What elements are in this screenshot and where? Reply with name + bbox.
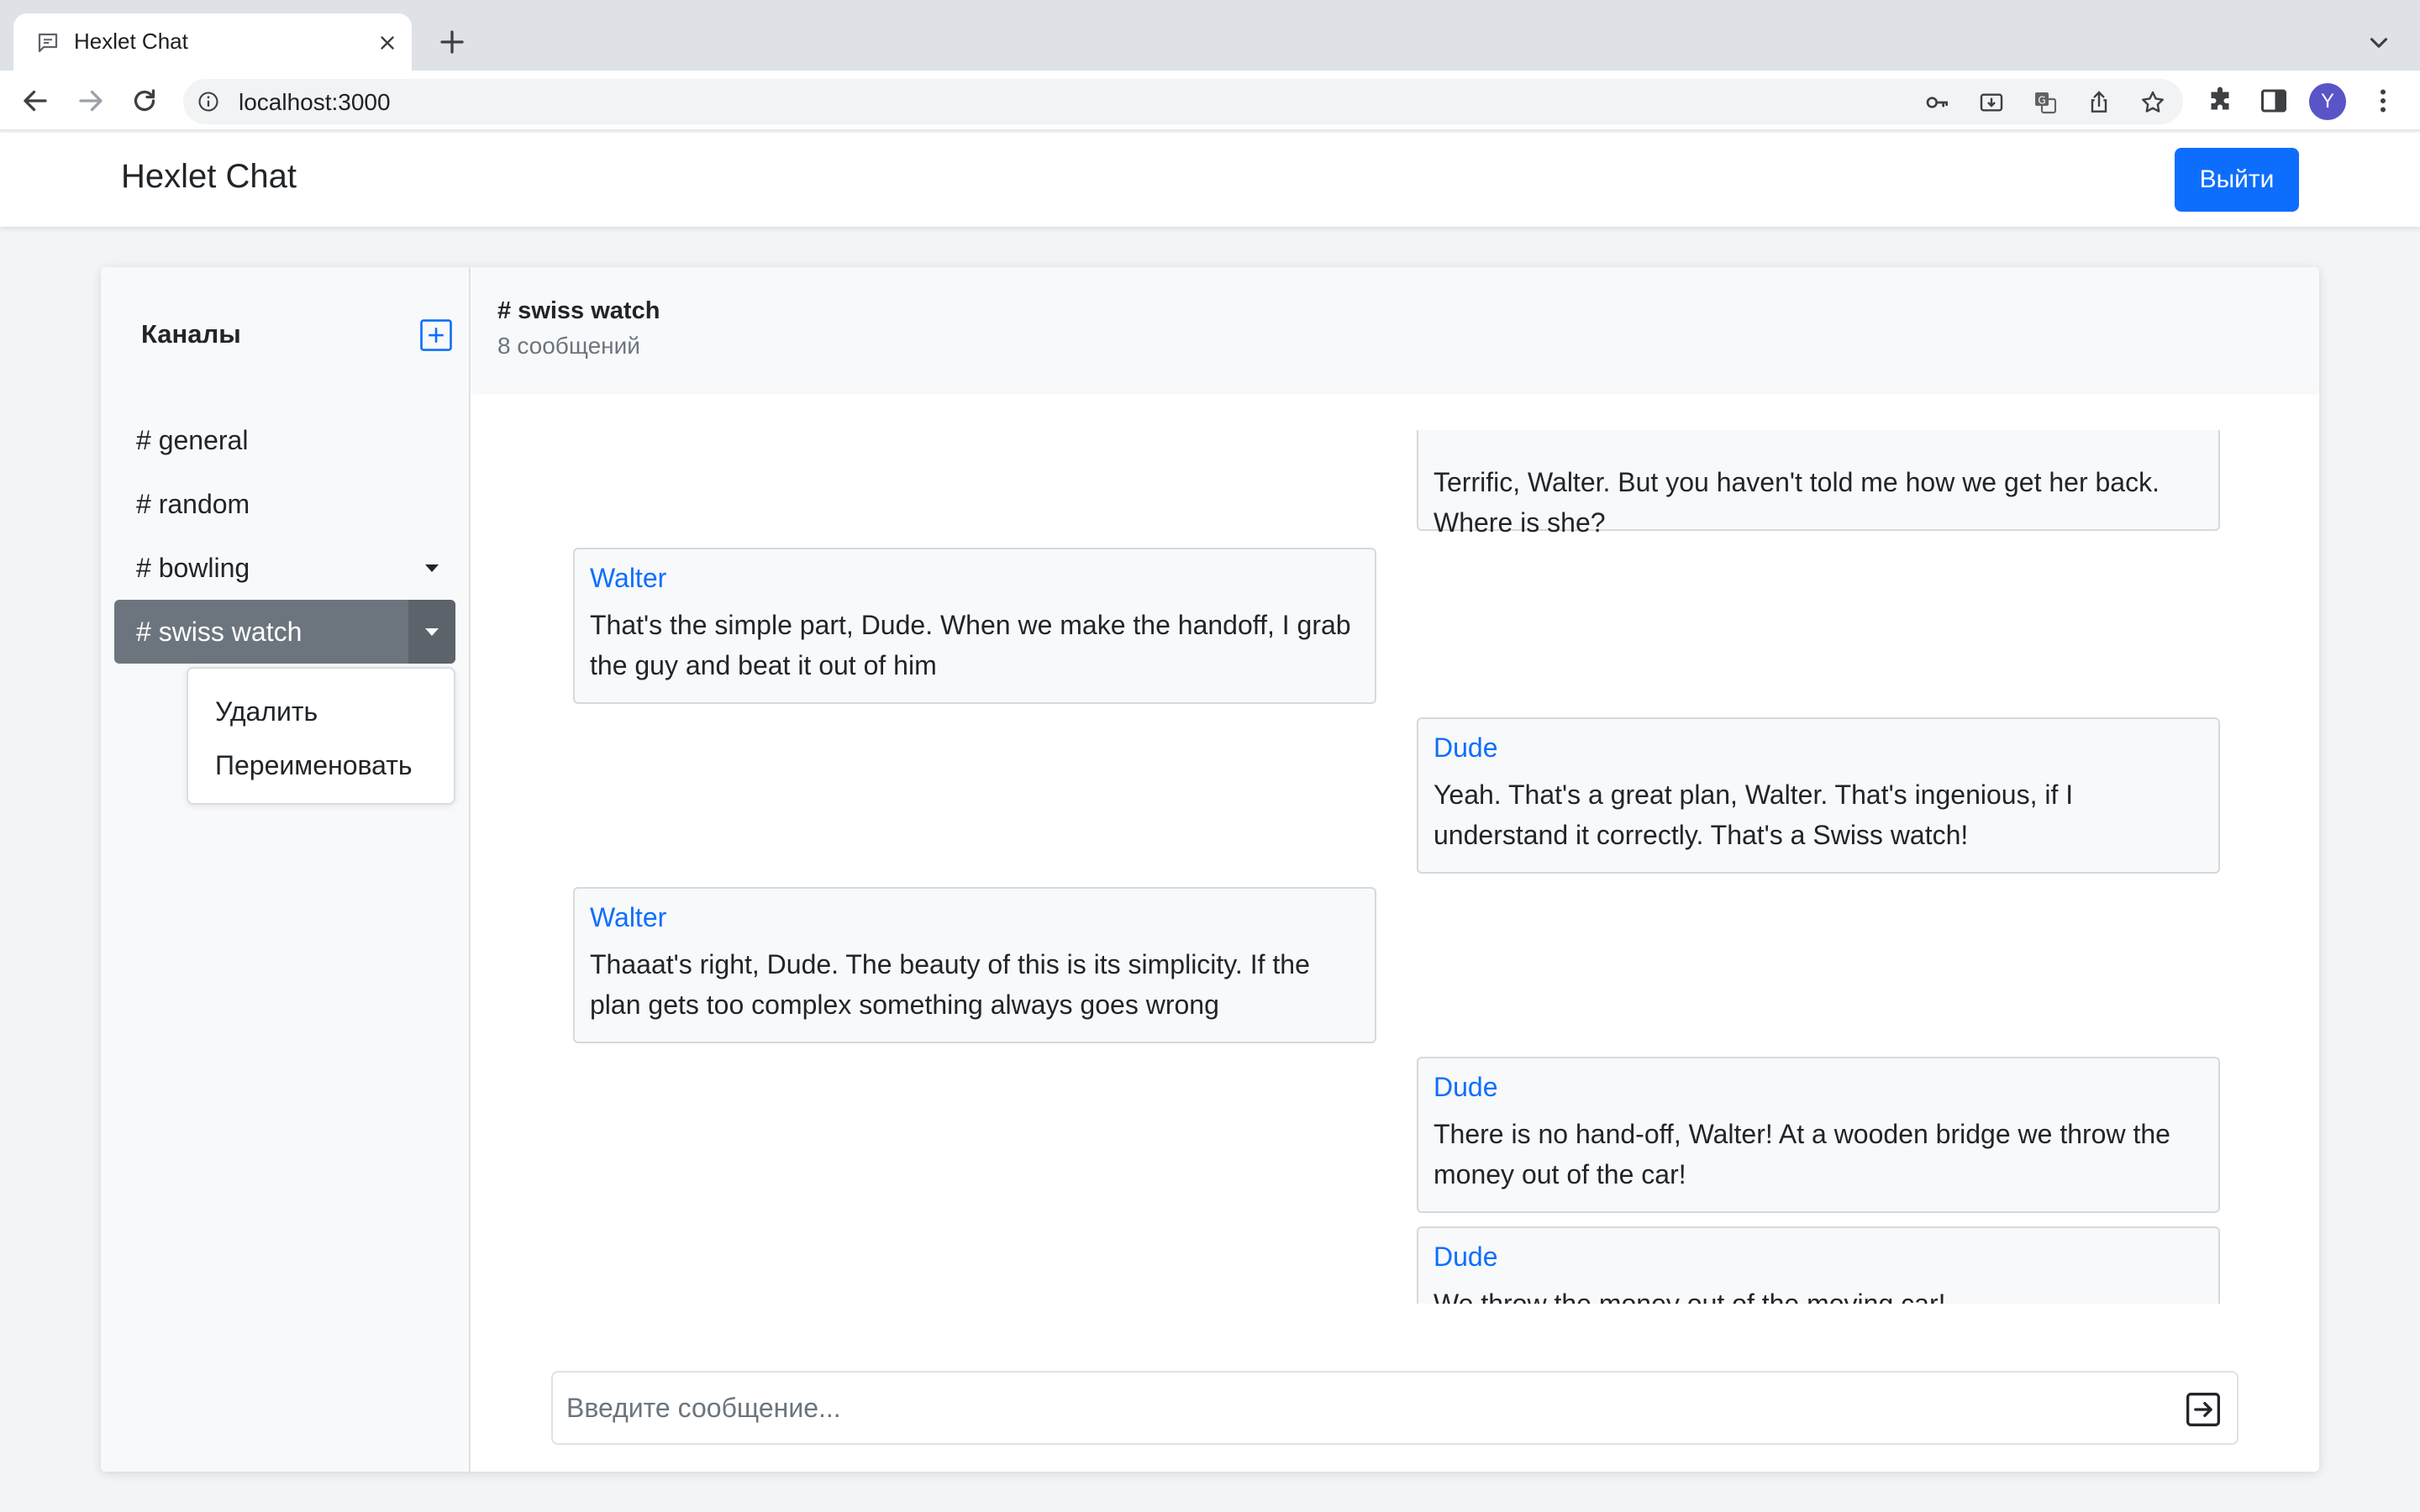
app-navbar: Hexlet Chat Выйти: [0, 133, 2420, 227]
messages-list: Terrific, Walter. But you haven't told m…: [472, 430, 2319, 1304]
close-tab-icon[interactable]: [376, 32, 398, 54]
message-author: Dude: [1434, 1072, 1498, 1102]
message-item: Dude We throw the money out of the movin…: [1417, 1226, 2220, 1304]
info-icon[interactable]: [197, 90, 220, 113]
message-text: We throw the money out of the moving car…: [1434, 1289, 1946, 1304]
rename-channel-item[interactable]: Переименовать: [188, 741, 454, 790]
profile-avatar[interactable]: Y: [2309, 83, 2346, 120]
channel-item-swiss-watch[interactable]: # swiss watch: [114, 600, 455, 664]
key-icon[interactable]: [1924, 89, 1951, 116]
message-text: There is no hand-off, Walter! At a woode…: [1434, 1119, 2170, 1189]
extensions-icon[interactable]: [2205, 86, 2235, 116]
chevron-down-icon[interactable]: [2365, 29, 2393, 57]
message-text: Terrific, Walter. But you haven't told m…: [1434, 467, 2160, 538]
message-count: 8 сообщений: [497, 333, 640, 359]
more-vert-icon[interactable]: [2368, 86, 2398, 116]
svg-text:G: G: [2038, 94, 2045, 106]
message-author: Dude: [1434, 732, 1498, 763]
tab-title: Hexlet Chat: [74, 29, 188, 54]
message-author: Walter: [590, 902, 667, 932]
message-author: Dude: [1434, 1242, 1498, 1272]
message-item: Walter That's the simple part, Dude. Whe…: [573, 548, 1376, 704]
reload-icon[interactable]: [129, 86, 160, 116]
browser-toolbar: localhost:3000 G Y: [0, 71, 2420, 131]
current-channel-name: # swiss watch: [497, 297, 660, 324]
delete-channel-item[interactable]: Удалить: [188, 687, 454, 736]
channel-label: # random: [136, 489, 250, 519]
browser-tabstrip: Hexlet Chat: [0, 0, 2420, 71]
channel-item-bowling[interactable]: # bowling: [114, 536, 455, 600]
message-author: Walter: [590, 563, 667, 593]
back-arrow-icon[interactable]: [20, 86, 50, 116]
message-composer: [551, 1371, 2238, 1445]
share-icon[interactable]: [2086, 89, 2112, 116]
channel-dropdown-menu: Удалить Переименовать: [187, 667, 455, 805]
message-input[interactable]: [553, 1373, 2149, 1443]
forward-arrow-icon[interactable]: [76, 86, 106, 116]
channel-label: # swiss watch: [136, 617, 302, 647]
install-app-icon[interactable]: [1978, 89, 2005, 116]
channels-title: Каналы: [141, 319, 241, 349]
channel-menu-toggle[interactable]: [408, 600, 455, 664]
app-brand-link[interactable]: Hexlet Chat: [121, 158, 297, 196]
message-item: Walter Thaaat's right, Dude. The beauty …: [573, 887, 1376, 1043]
browser-tab[interactable]: Hexlet Chat: [13, 13, 412, 71]
new-tab-icon[interactable]: [437, 27, 467, 57]
caret-down-icon: [425, 564, 439, 572]
chat-bubble-icon: [38, 33, 58, 53]
channels-sidebar: Каналы # general # random # bowling # sw…: [101, 267, 471, 1472]
message-item: Dude Yeah. That's a great plan, Walter. …: [1417, 717, 2220, 874]
message-text: Thaaat's right, Dude. The beauty of this…: [590, 949, 1310, 1020]
url-text[interactable]: localhost:3000: [239, 89, 391, 116]
translate-icon[interactable]: G: [2032, 89, 2059, 116]
caret-down-icon: [425, 628, 439, 636]
logout-button[interactable]: Выйти: [2175, 148, 2299, 212]
message-author: [1434, 430, 2203, 454]
send-icon[interactable]: [2185, 1391, 2222, 1428]
side-panel-icon[interactable]: [2259, 86, 2289, 116]
channel-menu-toggle[interactable]: [408, 536, 455, 600]
chat-header: # swiss watch 8 сообщений: [472, 267, 2319, 391]
channel-item-random[interactable]: # random: [114, 472, 455, 536]
channel-label: # general: [136, 425, 249, 455]
message-text: Yeah. That's a great plan, Walter. That'…: [1434, 780, 2074, 850]
channel-item-general[interactable]: # general: [114, 408, 455, 472]
chat-card: Каналы # general # random # bowling # sw…: [101, 267, 2319, 1472]
add-channel-icon[interactable]: [418, 318, 454, 353]
message-text: That's the simple part, Dude. When we ma…: [590, 610, 1351, 680]
channel-label: # bowling: [136, 553, 250, 583]
star-icon[interactable]: [2139, 89, 2166, 116]
message-item: Dude There is no hand-off, Walter! At a …: [1417, 1057, 2220, 1213]
address-bar[interactable]: localhost:3000 G: [183, 79, 2183, 124]
message-item: Terrific, Walter. But you haven't told m…: [1417, 430, 2220, 538]
